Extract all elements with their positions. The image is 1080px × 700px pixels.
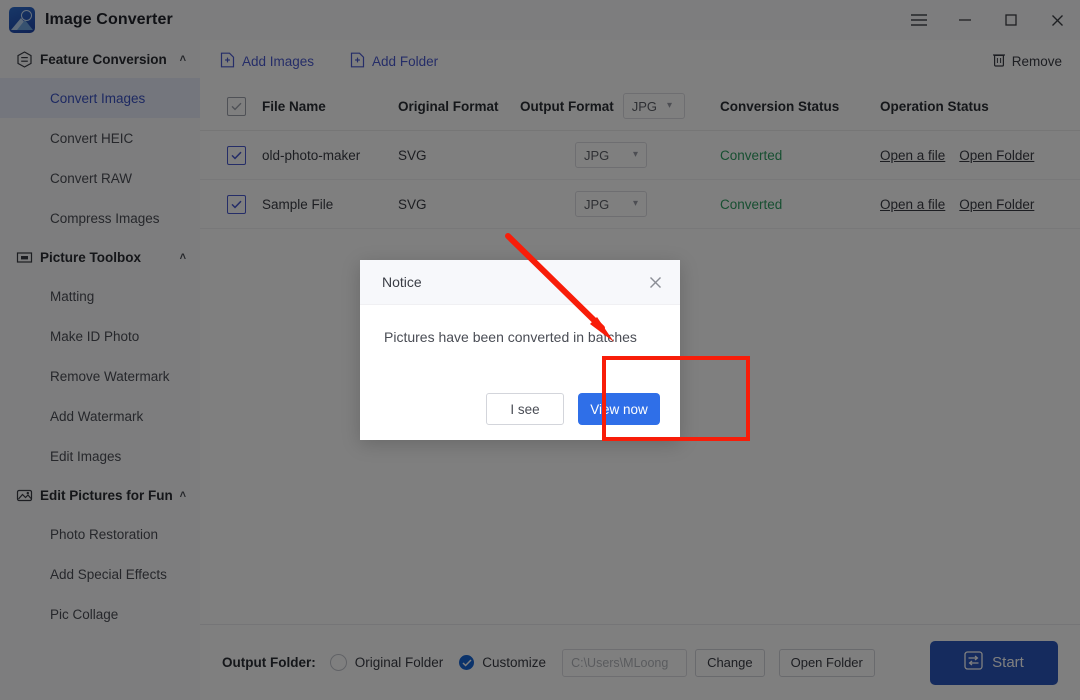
i-see-button[interactable]: I see bbox=[486, 393, 564, 425]
dialog-title: Notice bbox=[382, 274, 422, 290]
i-see-label: I see bbox=[510, 401, 540, 417]
close-icon[interactable] bbox=[644, 271, 666, 293]
dialog-message: Pictures have been converted in batches bbox=[384, 329, 637, 345]
app-window: Image Converter bbox=[0, 0, 1080, 700]
dialog-header: Notice bbox=[360, 260, 680, 305]
annotation-highlight-box bbox=[602, 356, 750, 441]
